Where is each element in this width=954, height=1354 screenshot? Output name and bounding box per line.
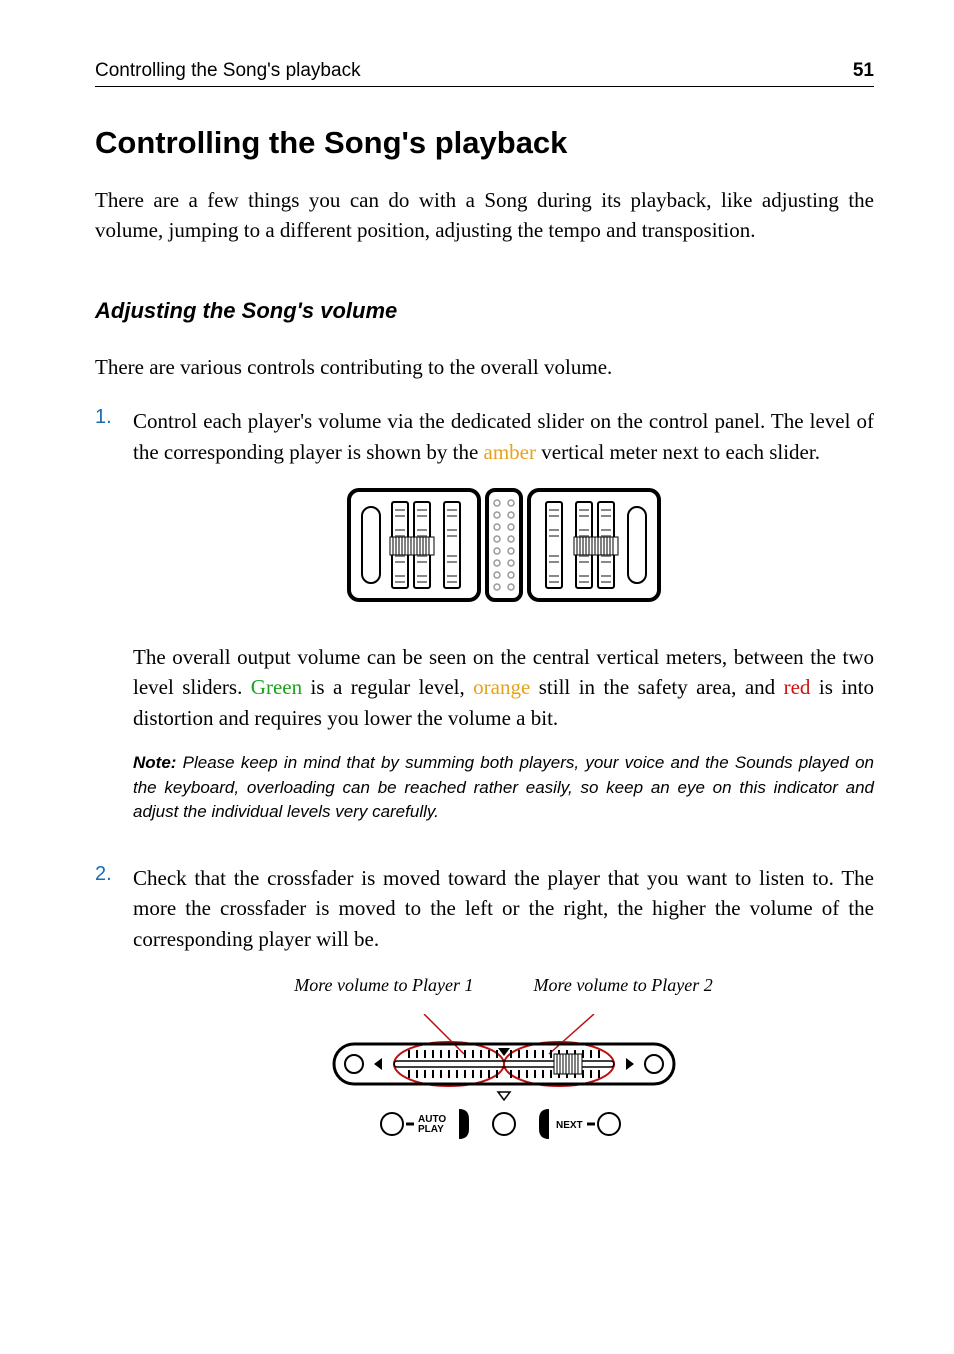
section-intro: There are various controls contributing … — [95, 352, 874, 382]
note-label: Note: — [133, 753, 176, 772]
crossfader-left-label: More volume to Player 1 — [294, 972, 473, 998]
orange-word: orange — [473, 675, 530, 699]
step-number: 2. — [95, 863, 133, 1191]
step-1-p1: Control each player's volume via the ded… — [133, 406, 874, 467]
step-2: 2. Check that the crossfader is moved to… — [95, 863, 874, 1191]
main-heading: Controlling the Song's playback — [95, 125, 874, 161]
step-2-p1: Check that the crossfader is moved towar… — [133, 863, 874, 954]
step-1-p2: The overall output volume can be seen on… — [133, 642, 874, 733]
intro-paragraph: There are a few things you can do with a… — [95, 185, 874, 246]
step-1-note: Note: Please keep in mind that by summin… — [133, 751, 874, 825]
slider-meter-svg — [344, 485, 664, 605]
crossfader-labels: More volume to Player 1 More volume to P… — [133, 972, 874, 998]
next-label: NEXT — [556, 1120, 583, 1131]
section-heading: Adjusting the Song's volume — [95, 298, 874, 324]
red-word: red — [784, 675, 811, 699]
crossfader-svg: AUTO PLAY NEXT — [294, 1014, 714, 1154]
amber-word: amber — [484, 440, 536, 464]
slider-meter-figure — [133, 485, 874, 613]
crossfader-figure: AUTO PLAY NEXT — [133, 1014, 874, 1162]
step-body: Check that the crossfader is moved towar… — [133, 863, 874, 1191]
step-body: Control each player's volume via the ded… — [133, 406, 874, 843]
crossfader-right-label: More volume to Player 2 — [534, 972, 713, 998]
page-number: 51 — [853, 60, 874, 82]
header-title: Controlling the Song's playback — [95, 60, 361, 82]
green-word: Green — [251, 675, 302, 699]
play-label: PLAY — [418, 1124, 444, 1135]
page-header: Controlling the Song's playback 51 — [95, 60, 874, 87]
step-number: 1. — [95, 406, 133, 843]
step-1: 1. Control each player's volume via the … — [95, 406, 874, 843]
